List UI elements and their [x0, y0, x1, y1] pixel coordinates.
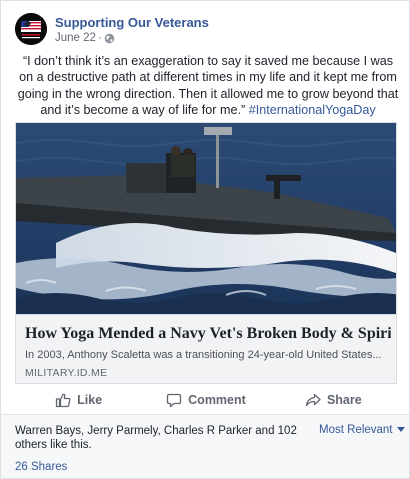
- meta-separator: ·: [97, 32, 102, 44]
- card-domain: MILITARY.ID.ME: [25, 367, 108, 379]
- globe-icon[interactable]: [104, 33, 115, 44]
- reactions-summary[interactable]: Warren Bays, Jerry Parmely, Charles R Pa…: [15, 424, 307, 452]
- sort-label: Most Relevant: [319, 424, 393, 436]
- post-header: Supporting Our Veterans June 22 ·: [15, 13, 395, 45]
- card-title[interactable]: How Yoga Mended a Navy Vet's Broken Body…: [25, 325, 391, 343]
- page-avatar[interactable]: [15, 13, 47, 45]
- link-preview-card[interactable]: How Yoga Mended a Navy Vet's Broken Body…: [15, 122, 397, 384]
- flag-logo-icon: [15, 13, 47, 45]
- boat-photo: [16, 123, 396, 314]
- share-arrow-icon: [305, 393, 321, 406]
- page-name-link[interactable]: Supporting Our Veterans: [55, 15, 209, 30]
- comment-button[interactable]: Comment: [142, 385, 269, 414]
- thumbs-up-icon: [56, 393, 71, 407]
- hashtag-link[interactable]: #InternationalYogaDay: [249, 103, 376, 117]
- post-meta: June 22 ·: [55, 32, 115, 44]
- share-label: Share: [326, 392, 362, 407]
- caret-down-icon: [396, 427, 405, 433]
- comment-sort-dropdown[interactable]: Most Relevant: [319, 424, 405, 436]
- post-date[interactable]: June 22: [55, 32, 96, 44]
- card-image[interactable]: [16, 123, 396, 314]
- comment-icon: [167, 393, 182, 407]
- post-footer: Warren Bays, Jerry Parmely, Charles R Pa…: [1, 414, 409, 478]
- card-info[interactable]: How Yoga Mended a Navy Vet's Broken Body…: [16, 314, 396, 383]
- share-button[interactable]: Share: [270, 385, 397, 414]
- post-actions: Like Comment Share: [15, 385, 397, 415]
- shares-count-link[interactable]: 26 Shares: [15, 461, 67, 473]
- facebook-post: Supporting Our Veterans June 22 · “I don…: [0, 0, 410, 479]
- post-message: “I don’t think it’s an exaggeration to s…: [15, 53, 401, 119]
- like-label: Like: [77, 392, 103, 407]
- card-description: In 2003, Anthony Scaletta was a transiti…: [25, 349, 382, 361]
- comment-label: Comment: [188, 392, 246, 407]
- like-button[interactable]: Like: [15, 385, 142, 414]
